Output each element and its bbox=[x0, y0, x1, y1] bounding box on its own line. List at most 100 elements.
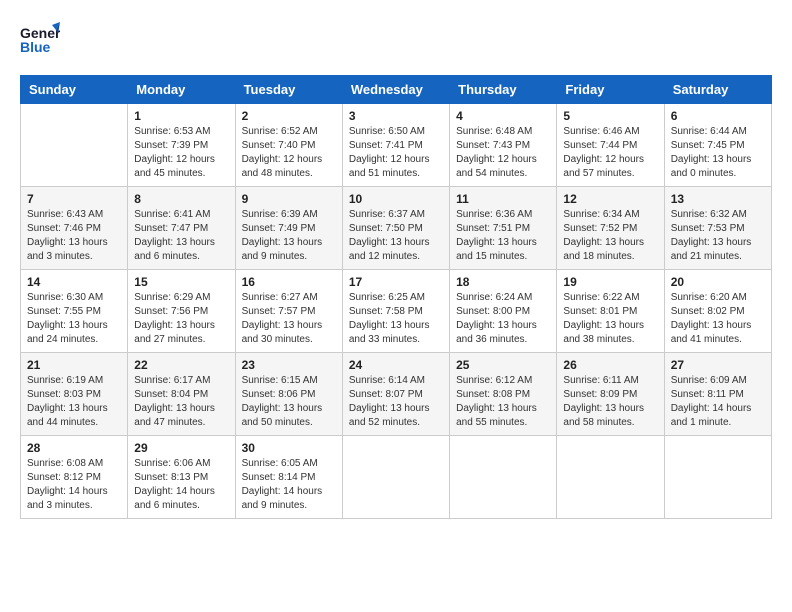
calendar-cell: 28 Sunrise: 6:08 AM Sunset: 8:12 PM Dayli… bbox=[21, 436, 128, 519]
calendar-header: SundayMondayTuesdayWednesdayThursdayFrid… bbox=[21, 76, 772, 104]
day-number: 7 bbox=[27, 192, 121, 206]
day-number: 1 bbox=[134, 109, 228, 123]
day-number: 17 bbox=[349, 275, 443, 289]
day-info: Sunrise: 6:37 AM Sunset: 7:50 PM Dayligh… bbox=[349, 208, 443, 264]
day-number: 12 bbox=[563, 192, 657, 206]
day-number: 11 bbox=[456, 192, 550, 206]
calendar-week-row: 28 Sunrise: 6:08 AM Sunset: 8:12 PM Dayli… bbox=[21, 436, 772, 519]
day-number: 14 bbox=[27, 275, 121, 289]
page-header: General Blue bbox=[20, 20, 772, 65]
day-number: 6 bbox=[671, 109, 765, 123]
calendar-cell: 22Sunrise: 6:17 AM Sunset: 8:04 PM Dayli… bbox=[128, 353, 235, 436]
weekday-header: Thursday bbox=[450, 76, 557, 104]
day-info: Sunrise: 6:39 AM Sunset: 7:49 PM Dayligh… bbox=[242, 208, 336, 264]
calendar-cell: 1 Sunrise: 6:53 AM Sunset: 7:39 PM Daylig… bbox=[128, 104, 235, 187]
calendar-cell: 7 Sunrise: 6:43 AM Sunset: 7:46 PM Daylig… bbox=[21, 187, 128, 270]
day-number: 2 bbox=[242, 109, 336, 123]
day-info: Sunrise: 6:29 AM Sunset: 7:56 PM Dayligh… bbox=[134, 291, 228, 347]
day-info: Sunrise: 6:46 AM Sunset: 7:44 PM Dayligh… bbox=[563, 125, 657, 181]
day-info: Sunrise: 6:22 AM Sunset: 8:01 PM Dayligh… bbox=[563, 291, 657, 347]
day-info: Sunrise: 6:20 AM Sunset: 8:02 PM Dayligh… bbox=[671, 291, 765, 347]
day-number: 21 bbox=[27, 358, 121, 372]
calendar-cell: 12 Sunrise: 6:34 AM Sunset: 7:52 PM Dayli… bbox=[557, 187, 664, 270]
day-number: 15 bbox=[134, 275, 228, 289]
day-info: Sunrise: 6:32 AM Sunset: 7:53 PM Dayligh… bbox=[671, 208, 765, 264]
day-info: Sunrise: 6:14 AM Sunset: 8:07 PM Dayligh… bbox=[349, 374, 443, 430]
weekday-header: Wednesday bbox=[342, 76, 449, 104]
calendar-cell: 16 Sunrise: 6:27 AM Sunset: 7:57 PM Dayli… bbox=[235, 270, 342, 353]
day-number: 13 bbox=[671, 192, 765, 206]
calendar-cell: 27Sunrise: 6:09 AM Sunset: 8:11 PM Dayli… bbox=[664, 353, 771, 436]
svg-text:Blue: Blue bbox=[20, 39, 51, 55]
day-info: Sunrise: 6:11 AM Sunset: 8:09 PM Dayligh… bbox=[563, 374, 657, 430]
day-number: 9 bbox=[242, 192, 336, 206]
calendar-cell: 11 Sunrise: 6:36 AM Sunset: 7:51 PM Dayli… bbox=[450, 187, 557, 270]
calendar-cell: 8 Sunrise: 6:41 AM Sunset: 7:47 PM Daylig… bbox=[128, 187, 235, 270]
day-number: 16 bbox=[242, 275, 336, 289]
calendar-cell: 14Sunrise: 6:30 AM Sunset: 7:55 PM Dayli… bbox=[21, 270, 128, 353]
calendar-cell: 20Sunrise: 6:20 AM Sunset: 8:02 PM Dayli… bbox=[664, 270, 771, 353]
day-info: Sunrise: 6:53 AM Sunset: 7:39 PM Dayligh… bbox=[134, 125, 228, 181]
calendar-cell: 24 Sunrise: 6:14 AM Sunset: 8:07 PM Dayli… bbox=[342, 353, 449, 436]
calendar-cell bbox=[342, 436, 449, 519]
day-info: Sunrise: 6:50 AM Sunset: 7:41 PM Dayligh… bbox=[349, 125, 443, 181]
day-number: 25 bbox=[456, 358, 550, 372]
day-info: Sunrise: 6:12 AM Sunset: 8:08 PM Dayligh… bbox=[456, 374, 550, 430]
weekday-header: Friday bbox=[557, 76, 664, 104]
day-info: Sunrise: 6:43 AM Sunset: 7:46 PM Dayligh… bbox=[27, 208, 121, 264]
calendar-cell bbox=[557, 436, 664, 519]
day-number: 8 bbox=[134, 192, 228, 206]
calendar-week-row: 14Sunrise: 6:30 AM Sunset: 7:55 PM Dayli… bbox=[21, 270, 772, 353]
day-number: 3 bbox=[349, 109, 443, 123]
weekday-header: Tuesday bbox=[235, 76, 342, 104]
day-info: Sunrise: 6:24 AM Sunset: 8:00 PM Dayligh… bbox=[456, 291, 550, 347]
day-info: Sunrise: 6:17 AM Sunset: 8:04 PM Dayligh… bbox=[134, 374, 228, 430]
day-info: Sunrise: 6:06 AM Sunset: 8:13 PM Dayligh… bbox=[134, 457, 228, 513]
day-number: 19 bbox=[563, 275, 657, 289]
day-info: Sunrise: 6:36 AM Sunset: 7:51 PM Dayligh… bbox=[456, 208, 550, 264]
day-info: Sunrise: 6:52 AM Sunset: 7:40 PM Dayligh… bbox=[242, 125, 336, 181]
day-number: 30 bbox=[242, 441, 336, 455]
logo: General Blue bbox=[20, 20, 60, 65]
calendar-cell: 5 Sunrise: 6:46 AM Sunset: 7:44 PM Daylig… bbox=[557, 104, 664, 187]
day-info: Sunrise: 6:08 AM Sunset: 8:12 PM Dayligh… bbox=[27, 457, 121, 513]
calendar-cell: 25 Sunrise: 6:12 AM Sunset: 8:08 PM Dayli… bbox=[450, 353, 557, 436]
calendar-cell: 6Sunrise: 6:44 AM Sunset: 7:45 PM Daylig… bbox=[664, 104, 771, 187]
day-number: 5 bbox=[563, 109, 657, 123]
day-info: Sunrise: 6:48 AM Sunset: 7:43 PM Dayligh… bbox=[456, 125, 550, 181]
calendar-cell: 21 Sunrise: 6:19 AM Sunset: 8:03 PM Dayli… bbox=[21, 353, 128, 436]
calendar-cell: 29 Sunrise: 6:06 AM Sunset: 8:13 PM Dayli… bbox=[128, 436, 235, 519]
calendar-table: SundayMondayTuesdayWednesdayThursdayFrid… bbox=[20, 75, 772, 519]
day-info: Sunrise: 6:34 AM Sunset: 7:52 PM Dayligh… bbox=[563, 208, 657, 264]
day-info: Sunrise: 6:41 AM Sunset: 7:47 PM Dayligh… bbox=[134, 208, 228, 264]
day-info: Sunrise: 6:15 AM Sunset: 8:06 PM Dayligh… bbox=[242, 374, 336, 430]
calendar-week-row: 21 Sunrise: 6:19 AM Sunset: 8:03 PM Dayli… bbox=[21, 353, 772, 436]
day-info: Sunrise: 6:09 AM Sunset: 8:11 PM Dayligh… bbox=[671, 374, 765, 430]
calendar-cell: 26 Sunrise: 6:11 AM Sunset: 8:09 PM Dayli… bbox=[557, 353, 664, 436]
calendar-cell bbox=[450, 436, 557, 519]
calendar-cell: 23 Sunrise: 6:15 AM Sunset: 8:06 PM Dayli… bbox=[235, 353, 342, 436]
calendar-cell bbox=[21, 104, 128, 187]
day-info: Sunrise: 6:27 AM Sunset: 7:57 PM Dayligh… bbox=[242, 291, 336, 347]
weekday-header: Monday bbox=[128, 76, 235, 104]
day-number: 29 bbox=[134, 441, 228, 455]
calendar-cell: 18Sunrise: 6:24 AM Sunset: 8:00 PM Dayli… bbox=[450, 270, 557, 353]
calendar-cell: 17 Sunrise: 6:25 AM Sunset: 7:58 PM Dayli… bbox=[342, 270, 449, 353]
day-info: Sunrise: 6:25 AM Sunset: 7:58 PM Dayligh… bbox=[349, 291, 443, 347]
weekday-header: Saturday bbox=[664, 76, 771, 104]
day-info: Sunrise: 6:05 AM Sunset: 8:14 PM Dayligh… bbox=[242, 457, 336, 513]
calendar-cell: 2 Sunrise: 6:52 AM Sunset: 7:40 PM Daylig… bbox=[235, 104, 342, 187]
calendar-cell: 3 Sunrise: 6:50 AM Sunset: 7:41 PM Daylig… bbox=[342, 104, 449, 187]
day-info: Sunrise: 6:19 AM Sunset: 8:03 PM Dayligh… bbox=[27, 374, 121, 430]
day-number: 23 bbox=[242, 358, 336, 372]
day-number: 26 bbox=[563, 358, 657, 372]
calendar-cell: 15 Sunrise: 6:29 AM Sunset: 7:56 PM Dayli… bbox=[128, 270, 235, 353]
day-number: 28 bbox=[27, 441, 121, 455]
calendar-week-row: 7 Sunrise: 6:43 AM Sunset: 7:46 PM Daylig… bbox=[21, 187, 772, 270]
day-number: 24 bbox=[349, 358, 443, 372]
calendar-cell: 10 Sunrise: 6:37 AM Sunset: 7:50 PM Dayli… bbox=[342, 187, 449, 270]
calendar-cell: 30 Sunrise: 6:05 AM Sunset: 8:14 PM Dayli… bbox=[235, 436, 342, 519]
calendar-cell: 13 Sunrise: 6:32 AM Sunset: 7:53 PM Dayli… bbox=[664, 187, 771, 270]
day-number: 10 bbox=[349, 192, 443, 206]
weekday-header: Sunday bbox=[21, 76, 128, 104]
